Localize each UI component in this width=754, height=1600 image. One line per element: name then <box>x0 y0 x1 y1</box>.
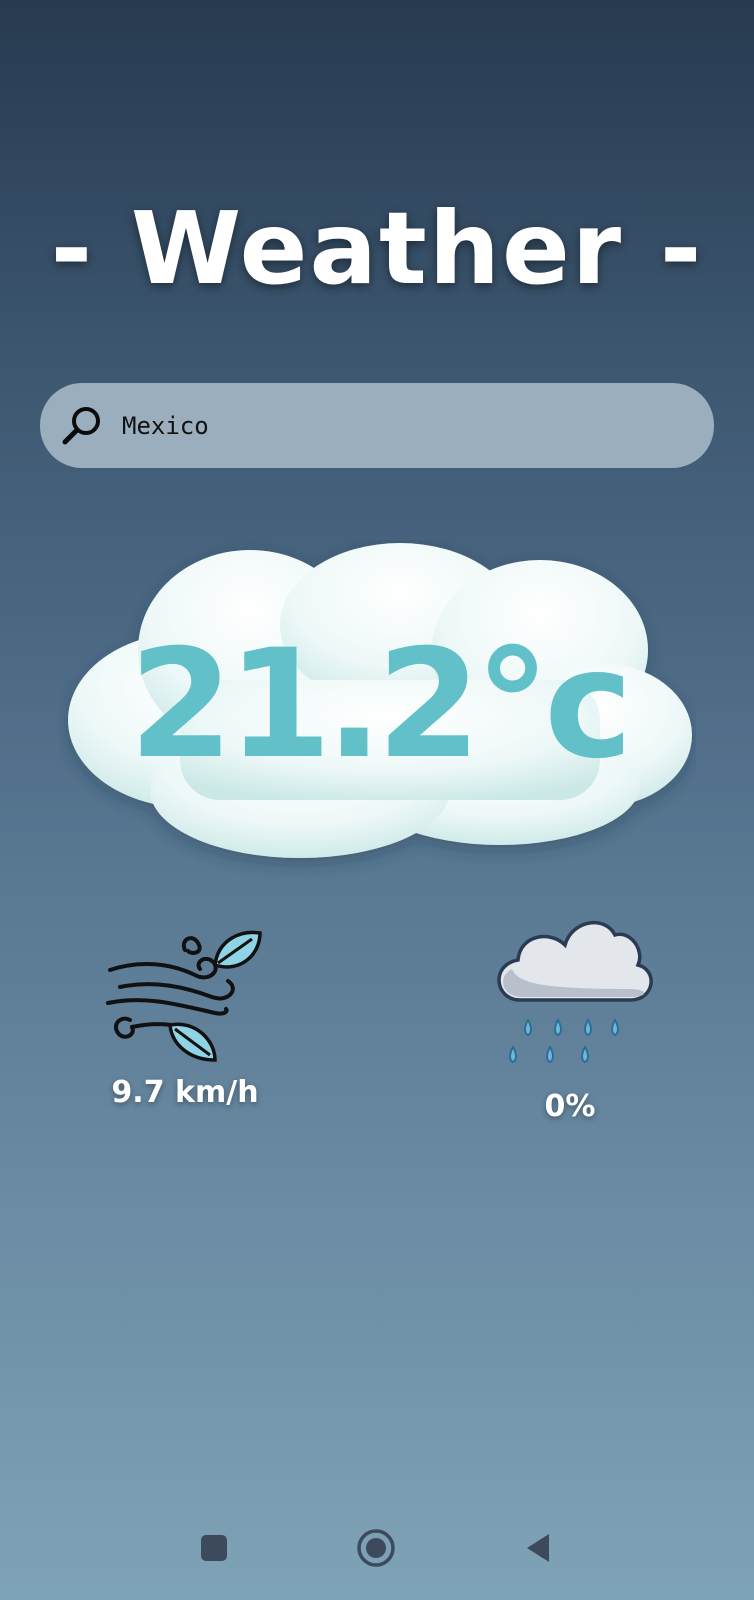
precipitation-stat: 0% <box>480 905 660 1124</box>
circle-home-icon <box>356 1528 396 1572</box>
weather-app: - Weather - Mexico 21.2°c 9.7 km/h 0% <box>0 0 754 1600</box>
system-nav-bar <box>0 1520 754 1590</box>
home-button[interactable] <box>346 1520 406 1580</box>
wind-speed-value: 9.7 km/h <box>111 1075 259 1110</box>
wind-stat: 9.7 km/h <box>100 925 270 1110</box>
square-icon <box>199 1533 229 1567</box>
weather-cloud: 21.2°c <box>60 540 696 880</box>
app-title: - Weather - <box>50 190 704 307</box>
search-icon[interactable] <box>60 404 104 448</box>
search-input[interactable] <box>122 405 642 446</box>
search-bar[interactable] <box>40 383 714 468</box>
rain-cloud-icon <box>480 920 660 1089</box>
recents-button[interactable] <box>184 1520 244 1580</box>
precipitation-value: 0% <box>544 1089 596 1124</box>
wind-leaves-icon <box>100 930 270 1069</box>
triangle-back-icon <box>523 1532 553 1568</box>
temperature-value: 21.2°c <box>128 618 633 792</box>
back-button[interactable] <box>508 1520 568 1580</box>
